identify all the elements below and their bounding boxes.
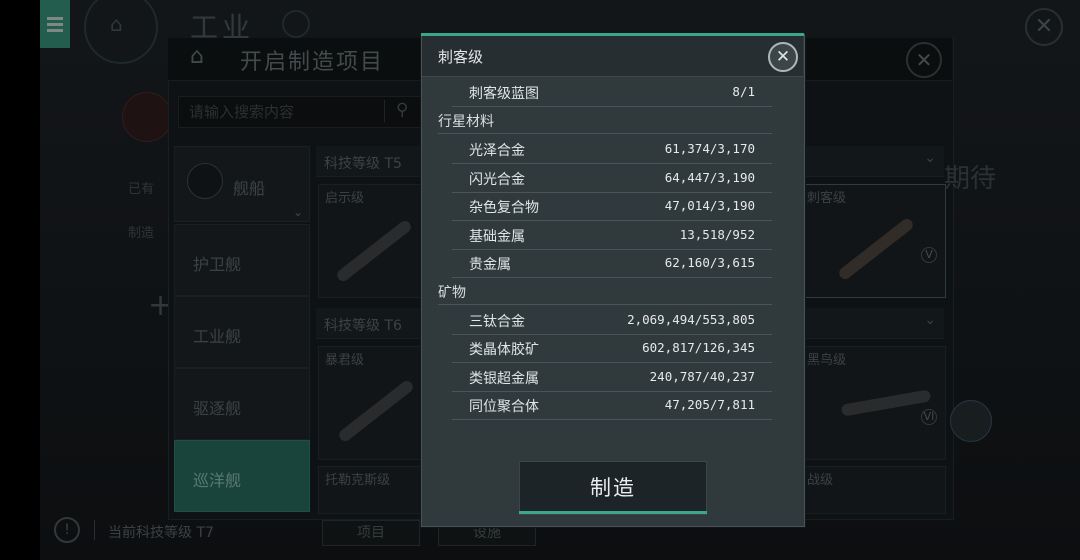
popup-title: 刺客级 <box>438 48 484 66</box>
section-header: 矿物 <box>438 278 772 305</box>
material-row: 贵金属 62,160/3,615 <box>452 249 772 278</box>
material-row: 杂色复合物 47,014/3,190 <box>452 192 772 221</box>
material-row: 光泽合金 61,374/3,170 <box>452 135 772 164</box>
blueprint-row: 刺客级蓝图 8/1 <box>452 78 772 107</box>
craft-button-accent <box>519 511 707 514</box>
material-row: 基础金属 13,518/952 <box>452 221 772 250</box>
craft-button[interactable]: 制造 <box>519 461 707 515</box>
material-row: 三钛合金 2,069,494/553,805 <box>452 306 772 335</box>
material-row: 类晶体胶矿 602,817/126,345 <box>452 334 772 363</box>
material-row: 类银超金属 240,787/40,237 <box>452 363 772 392</box>
material-row: 同位聚合体 47,205/7,811 <box>452 391 772 420</box>
close-popup-button[interactable]: ✕ <box>768 42 798 72</box>
section-header: 行星材料 <box>438 107 772 134</box>
material-row: 闪光合金 64,447/3,190 <box>452 164 772 193</box>
